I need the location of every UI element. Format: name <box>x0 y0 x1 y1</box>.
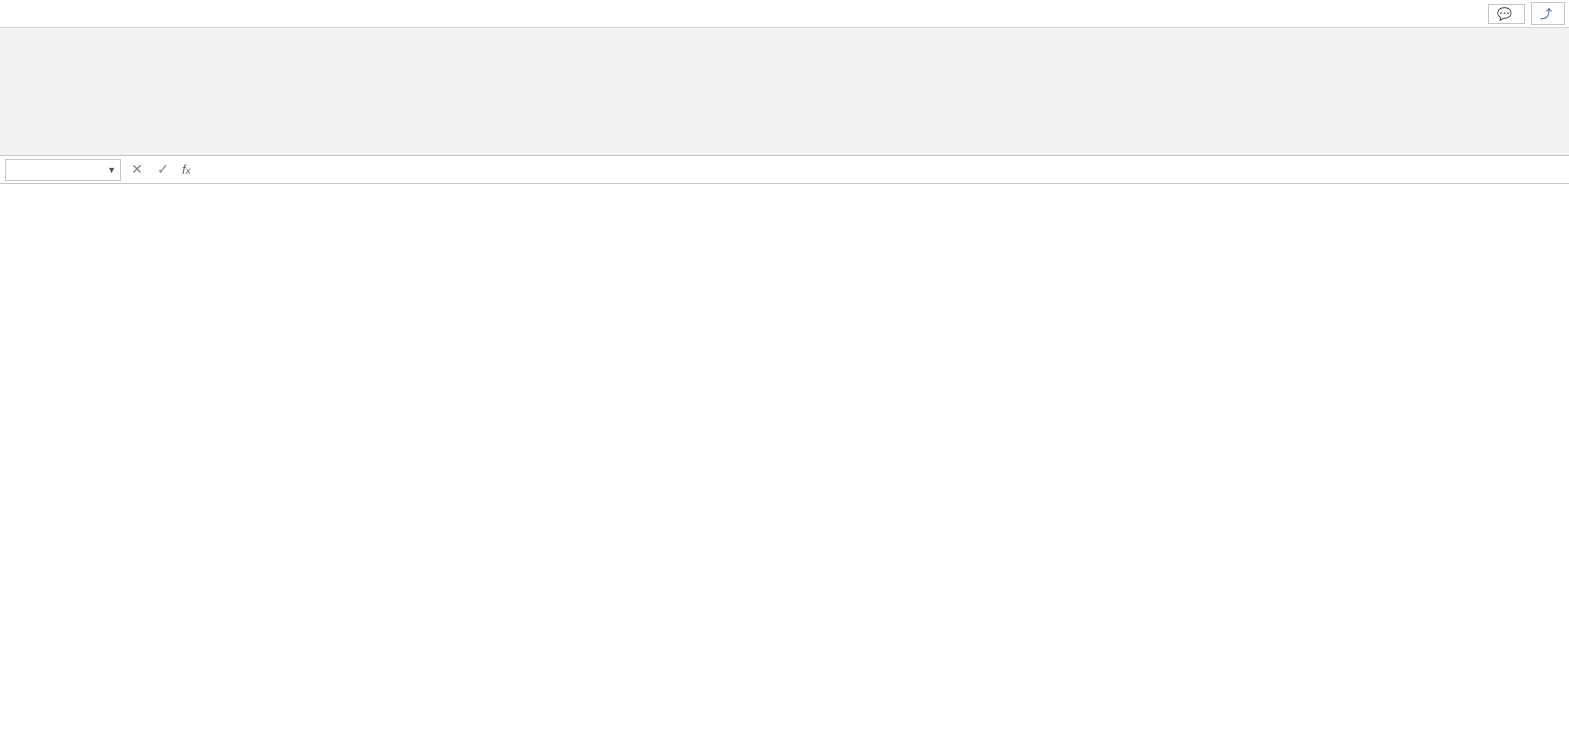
comment-icon: 💬 <box>1497 7 1512 21</box>
formula-bar: ▼ ✕ ✓ fx <box>0 156 1569 184</box>
chevron-down-icon: ▼ <box>107 165 116 175</box>
comments-button[interactable]: 💬 <box>1488 4 1525 24</box>
share-button[interactable]: ⤴ <box>1531 2 1565 25</box>
name-box[interactable]: ▼ <box>5 159 121 181</box>
share-icon: ⤴ <box>1540 5 1552 22</box>
ribbon <box>0 28 1569 156</box>
enter-formula-icon[interactable]: ✓ <box>150 161 176 178</box>
menu-bar: 💬 ⤴ <box>0 0 1569 28</box>
cancel-formula-icon[interactable]: ✕ <box>124 161 150 178</box>
fx-icon[interactable]: fx <box>176 162 197 177</box>
